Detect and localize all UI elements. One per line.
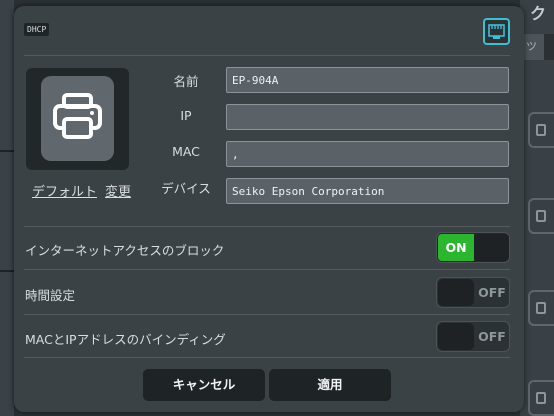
background-tab-glyph: ツ — [526, 40, 537, 53]
cancel-button[interactable]: キャンセル — [143, 369, 265, 401]
mac-ip-binding-toggle[interactable]: OFF — [436, 321, 510, 352]
internet-block-label: インターネットアクセスのブロック — [25, 243, 225, 258]
ip-label: IP — [180, 108, 192, 123]
client-icon-tile — [41, 76, 114, 161]
toggle-off-text: OFF — [478, 285, 506, 300]
background-divider — [0, 270, 14, 272]
ip-field[interactable] — [226, 104, 509, 130]
toggle-knob — [474, 234, 509, 261]
internet-block-toggle[interactable]: ON — [436, 232, 510, 263]
row-divider — [24, 314, 510, 315]
device-label: デバイス — [161, 181, 211, 196]
toggle-on-text: ON — [438, 234, 474, 261]
background-panel-left — [0, 0, 14, 416]
printer-icon — [53, 93, 102, 139]
mac-label: MAC — [172, 144, 200, 159]
background-divider — [0, 150, 14, 152]
mac-field[interactable] — [226, 141, 509, 167]
default-icon-link[interactable]: デフォルト — [32, 185, 97, 200]
name-label: 名前 — [173, 74, 199, 89]
row-divider — [24, 226, 510, 227]
time-schedule-label: 時間設定 — [25, 288, 76, 303]
network-icon-button[interactable] — [483, 18, 510, 45]
icon-link-row: デフォルト 変更 — [32, 181, 131, 200]
device-field[interactable] — [226, 178, 509, 204]
toggle-knob — [438, 323, 474, 350]
background-action-button[interactable] — [528, 112, 554, 148]
client-icon-frame — [26, 68, 129, 170]
header-divider — [24, 55, 510, 56]
background-action-button[interactable] — [528, 380, 554, 416]
dhcp-badge: DHCP — [24, 23, 50, 36]
background-action-button[interactable] — [528, 198, 554, 234]
row-divider — [24, 269, 510, 270]
time-schedule-toggle[interactable]: OFF — [436, 277, 510, 308]
client-settings-dialog: DHCP デフォルト変更 名前 IP MAC デバイス — [14, 6, 524, 412]
name-field[interactable] — [226, 67, 509, 93]
toggle-knob — [438, 279, 474, 306]
background-glyph: ク — [530, 4, 547, 23]
background-tab-gap — [544, 34, 554, 60]
toggle-off-text: OFF — [478, 329, 506, 344]
change-icon-link[interactable]: 変更 — [105, 185, 131, 200]
row-divider — [24, 357, 510, 358]
mac-ip-binding-label: MACとIPアドレスのバインディング — [25, 332, 226, 347]
network-icon — [488, 24, 505, 39]
background-action-button[interactable] — [528, 290, 554, 326]
apply-button[interactable]: 適用 — [269, 369, 391, 401]
